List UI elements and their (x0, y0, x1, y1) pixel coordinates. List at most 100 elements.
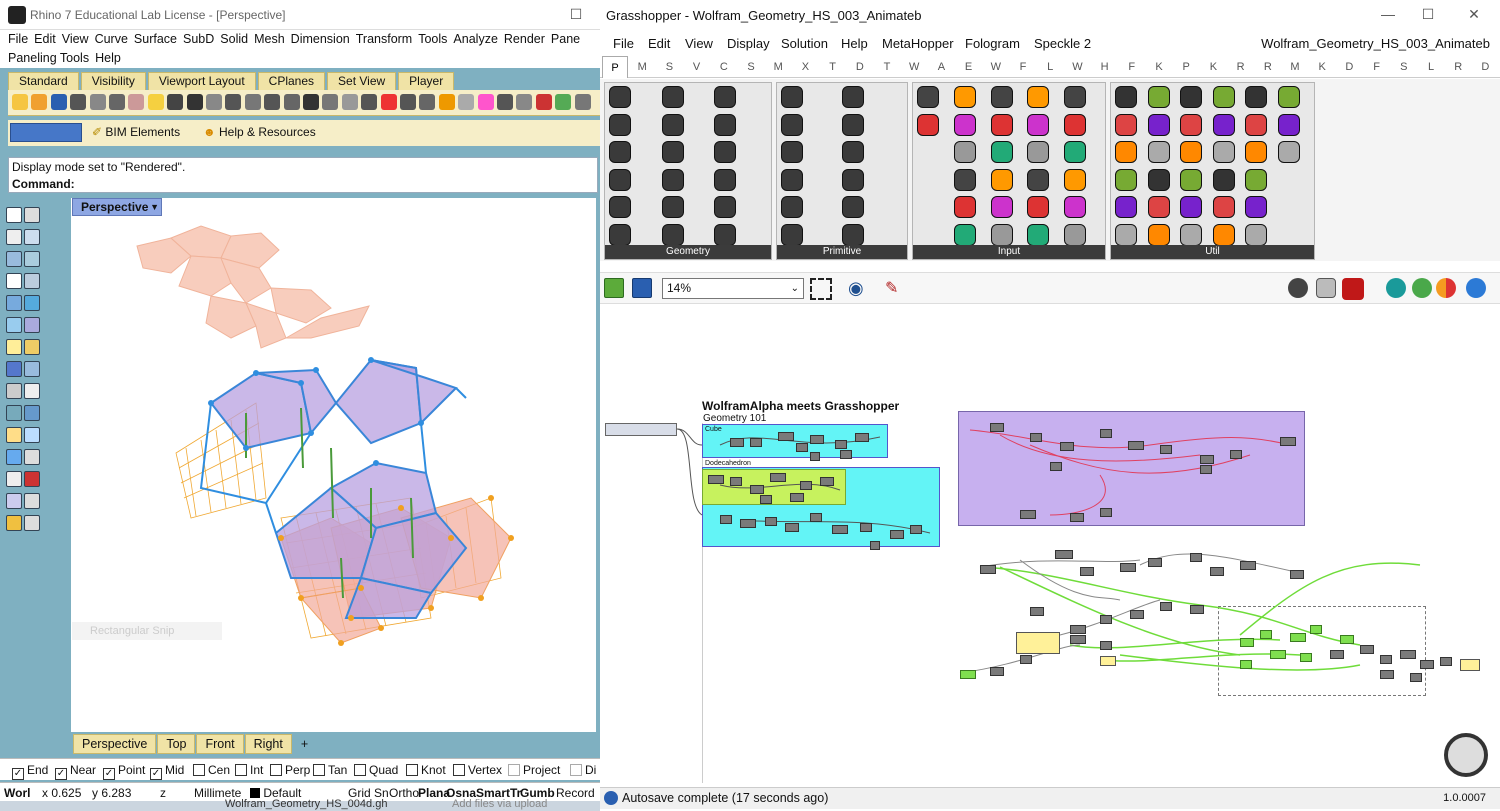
gh-component[interactable] (910, 525, 922, 534)
component-icon[interactable] (609, 141, 631, 163)
component-icon[interactable] (1027, 223, 1050, 246)
side-tool-icon[interactable] (24, 251, 40, 267)
component-icon[interactable] (714, 113, 737, 136)
side-tool-icon[interactable] (6, 493, 22, 509)
gh-component[interactable] (1380, 655, 1392, 664)
component-icon[interactable] (781, 196, 803, 218)
gh-component[interactable] (990, 423, 1004, 432)
component-icon[interactable] (781, 168, 803, 191)
component-icon[interactable] (1212, 141, 1235, 163)
toolbar-tool-icon[interactable] (283, 94, 300, 110)
side-tool-icon[interactable] (24, 207, 40, 223)
component-icon[interactable] (1212, 113, 1235, 136)
gh-component[interactable] (840, 450, 852, 459)
component-icon[interactable] (1180, 223, 1202, 246)
checkbox-icon[interactable]: ✓ (12, 768, 24, 780)
category-tab[interactable]: K (1200, 56, 1226, 78)
side-tool-icon[interactable] (24, 273, 40, 289)
component-icon[interactable] (1180, 196, 1202, 218)
taskbar-file[interactable]: Wolfram_Geometry_HS_004d.gh (225, 798, 387, 810)
component-icon[interactable] (1212, 168, 1235, 191)
component-icon[interactable] (661, 86, 684, 108)
side-tool-icon[interactable] (6, 449, 22, 465)
save-file-icon[interactable] (632, 278, 652, 298)
component-icon[interactable] (953, 168, 976, 191)
toolbar-tool-icon[interactable] (477, 94, 494, 110)
view-tab-perspective[interactable]: Perspective (73, 734, 157, 754)
gh-component[interactable] (1440, 657, 1452, 666)
checkbox-icon[interactable] (313, 764, 325, 776)
side-tool-icon[interactable] (6, 317, 22, 333)
gh-component[interactable] (1070, 625, 1086, 634)
category-tab[interactable]: P (602, 56, 628, 78)
side-tool-icon[interactable] (6, 405, 22, 421)
render-sphere-icon[interactable] (1466, 278, 1486, 298)
osnap-int[interactable]: Int (235, 763, 263, 777)
category-tab[interactable]: M (1282, 56, 1308, 78)
toolbar-tool-icon[interactable] (438, 94, 455, 110)
toolbar-tool-icon[interactable] (225, 94, 242, 110)
toolbar-tab-standard[interactable]: Standard (8, 72, 79, 90)
component-icon[interactable] (661, 223, 684, 246)
component-icon[interactable] (1147, 113, 1170, 136)
component-icon[interactable] (1115, 196, 1137, 218)
component-icon[interactable] (609, 113, 631, 136)
category-tab[interactable]: H (1092, 56, 1118, 78)
side-tool-icon[interactable] (24, 515, 40, 531)
toolbar-tool-icon[interactable] (147, 94, 164, 110)
side-tool-icon[interactable] (24, 493, 40, 509)
gh-component[interactable] (1200, 455, 1214, 464)
side-tool-icon[interactable] (24, 471, 40, 487)
menu-surface[interactable]: Surface (131, 30, 180, 49)
component-icon[interactable] (1147, 168, 1170, 191)
checkbox-icon[interactable] (508, 764, 520, 776)
side-tool-icon[interactable] (6, 383, 22, 399)
component-icon[interactable] (1212, 196, 1235, 218)
gh-component[interactable] (1070, 513, 1084, 522)
gh-component[interactable] (1148, 558, 1162, 567)
close-icon[interactable]: ✕ (1464, 4, 1484, 24)
component-icon[interactable] (1180, 141, 1202, 163)
toolbar-tool-icon[interactable] (12, 94, 28, 110)
component-icon[interactable] (1180, 86, 1202, 108)
component-icon[interactable] (1277, 141, 1300, 163)
gh-component[interactable] (832, 525, 848, 534)
category-tab[interactable]: V (684, 56, 710, 78)
category-tab[interactable]: P (1173, 56, 1199, 78)
toolbar-tool-icon[interactable] (555, 94, 572, 110)
component-icon[interactable] (1064, 141, 1087, 163)
navigation-wheel-icon[interactable] (1444, 733, 1488, 777)
toolbar-tool-icon[interactable] (244, 94, 261, 110)
gh-component[interactable] (1160, 602, 1172, 611)
menu-paneling-tools[interactable]: Paneling Tools (5, 49, 92, 68)
gh-component[interactable] (750, 438, 762, 447)
gh-component[interactable] (855, 433, 869, 442)
component-icon[interactable] (1115, 86, 1137, 108)
category-tab[interactable]: D (1472, 56, 1498, 78)
toolbar-tool-icon[interactable] (535, 94, 552, 110)
gh-component[interactable] (1190, 605, 1204, 614)
category-tab[interactable]: F (1364, 56, 1390, 78)
osnap-end[interactable]: ✓ End (12, 763, 48, 780)
toolbar-tool-icon[interactable] (303, 94, 319, 110)
gh-component[interactable] (1200, 465, 1212, 474)
component-icon[interactable] (990, 168, 1013, 191)
category-tab[interactable]: K (1309, 56, 1335, 78)
gh-component[interactable] (1020, 655, 1032, 664)
toolbar-tool-icon[interactable] (497, 94, 513, 110)
menu-render[interactable]: Render (501, 30, 548, 49)
component-icon[interactable] (953, 141, 976, 163)
component-icon[interactable] (714, 86, 737, 108)
category-tab[interactable]: R (1228, 56, 1254, 78)
gh-menu-help[interactable]: Help (838, 34, 871, 53)
gh-component[interactable] (820, 477, 834, 486)
component-icon[interactable] (781, 223, 803, 246)
gh-component[interactable] (980, 565, 996, 574)
osnap-point[interactable]: ✓ Point (103, 763, 145, 780)
gh-component[interactable] (730, 438, 744, 447)
gh-component[interactable] (1100, 508, 1112, 517)
gh-component[interactable] (1310, 625, 1322, 634)
gh-component[interactable] (810, 452, 820, 461)
gh-component[interactable] (1055, 550, 1073, 559)
gh-menu-display[interactable]: Display (724, 34, 773, 53)
